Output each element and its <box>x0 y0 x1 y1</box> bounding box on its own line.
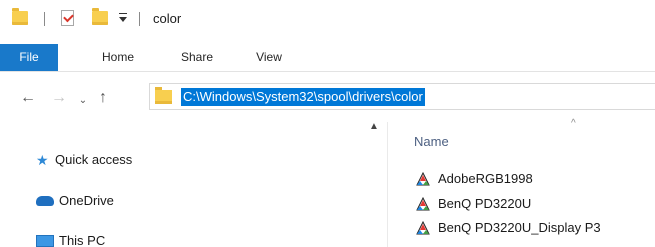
folder-icon <box>155 87 172 104</box>
forward-button[interactable]: → <box>49 88 69 108</box>
content-pane: ^ Name AdobeRGB1998 BenQ PD3220U BenQ PD… <box>388 118 655 247</box>
window-title: color <box>153 11 182 26</box>
new-folder-icon[interactable] <box>92 8 108 25</box>
tab-share[interactable]: Share <box>171 44 223 71</box>
color-profile-icon <box>416 220 430 235</box>
column-header-name[interactable]: Name <box>414 134 449 149</box>
navigation-pane: ★ Quick access OneDrive This PC <box>0 122 362 247</box>
customize-toolbar-dropdown[interactable] <box>118 13 128 25</box>
file-name: AdobeRGB1998 <box>438 171 533 186</box>
nav-item-label: This PC <box>59 233 106 247</box>
color-profile-icon <box>416 196 430 211</box>
title-separator <box>139 12 140 26</box>
up-button[interactable]: ↑ <box>93 88 113 108</box>
tab-file[interactable]: File <box>0 44 58 71</box>
cloud-icon <box>36 195 54 206</box>
toolbar-separator <box>44 12 45 26</box>
chevron-down-icon <box>119 17 127 22</box>
nav-item-onedrive[interactable]: OneDrive <box>36 191 114 211</box>
tab-view[interactable]: View <box>248 44 290 71</box>
nav-item-label: Quick access <box>55 152 133 167</box>
dropdown-bar-icon <box>119 13 127 14</box>
file-item[interactable]: BenQ PD3220U_Display P3 <box>416 218 601 238</box>
star-icon: ★ <box>36 151 49 168</box>
back-button[interactable]: ← <box>18 88 38 108</box>
title-bar: color <box>0 0 655 44</box>
checkmark-icon <box>63 11 74 23</box>
computer-icon <box>36 234 54 247</box>
address-row: ← → ⌄ ↑ C:\Windows\System32\spool\driver… <box>0 72 655 122</box>
file-name: BenQ PD3220U_Display P3 <box>438 220 601 235</box>
nav-item-label: OneDrive <box>59 193 114 208</box>
scroll-up-button[interactable]: ▲ <box>367 120 381 134</box>
file-item[interactable]: AdobeRGB1998 <box>416 169 533 189</box>
file-explorer-window: color File Home Share View ← → ⌄ ↑ C:\Wi… <box>0 0 655 247</box>
ribbon-tabs: File Home Share View <box>0 44 655 72</box>
properties-icon[interactable] <box>61 10 74 26</box>
folder-icon[interactable] <box>12 8 28 25</box>
file-name: BenQ PD3220U <box>438 196 532 211</box>
nav-item-this-pc[interactable]: This PC <box>36 231 105 247</box>
address-path[interactable]: C:\Windows\System32\spool\drivers\color <box>181 88 425 106</box>
tab-home[interactable]: Home <box>91 44 145 71</box>
recent-locations-button[interactable]: ⌄ <box>76 91 90 111</box>
color-profile-icon <box>416 171 430 186</box>
nav-item-quick-access[interactable]: ★ Quick access <box>36 150 132 170</box>
address-bar[interactable]: C:\Windows\System32\spool\drivers\color <box>149 83 655 110</box>
file-item[interactable]: BenQ PD3220U <box>416 194 531 214</box>
sort-ascending-icon: ^ <box>571 118 576 129</box>
